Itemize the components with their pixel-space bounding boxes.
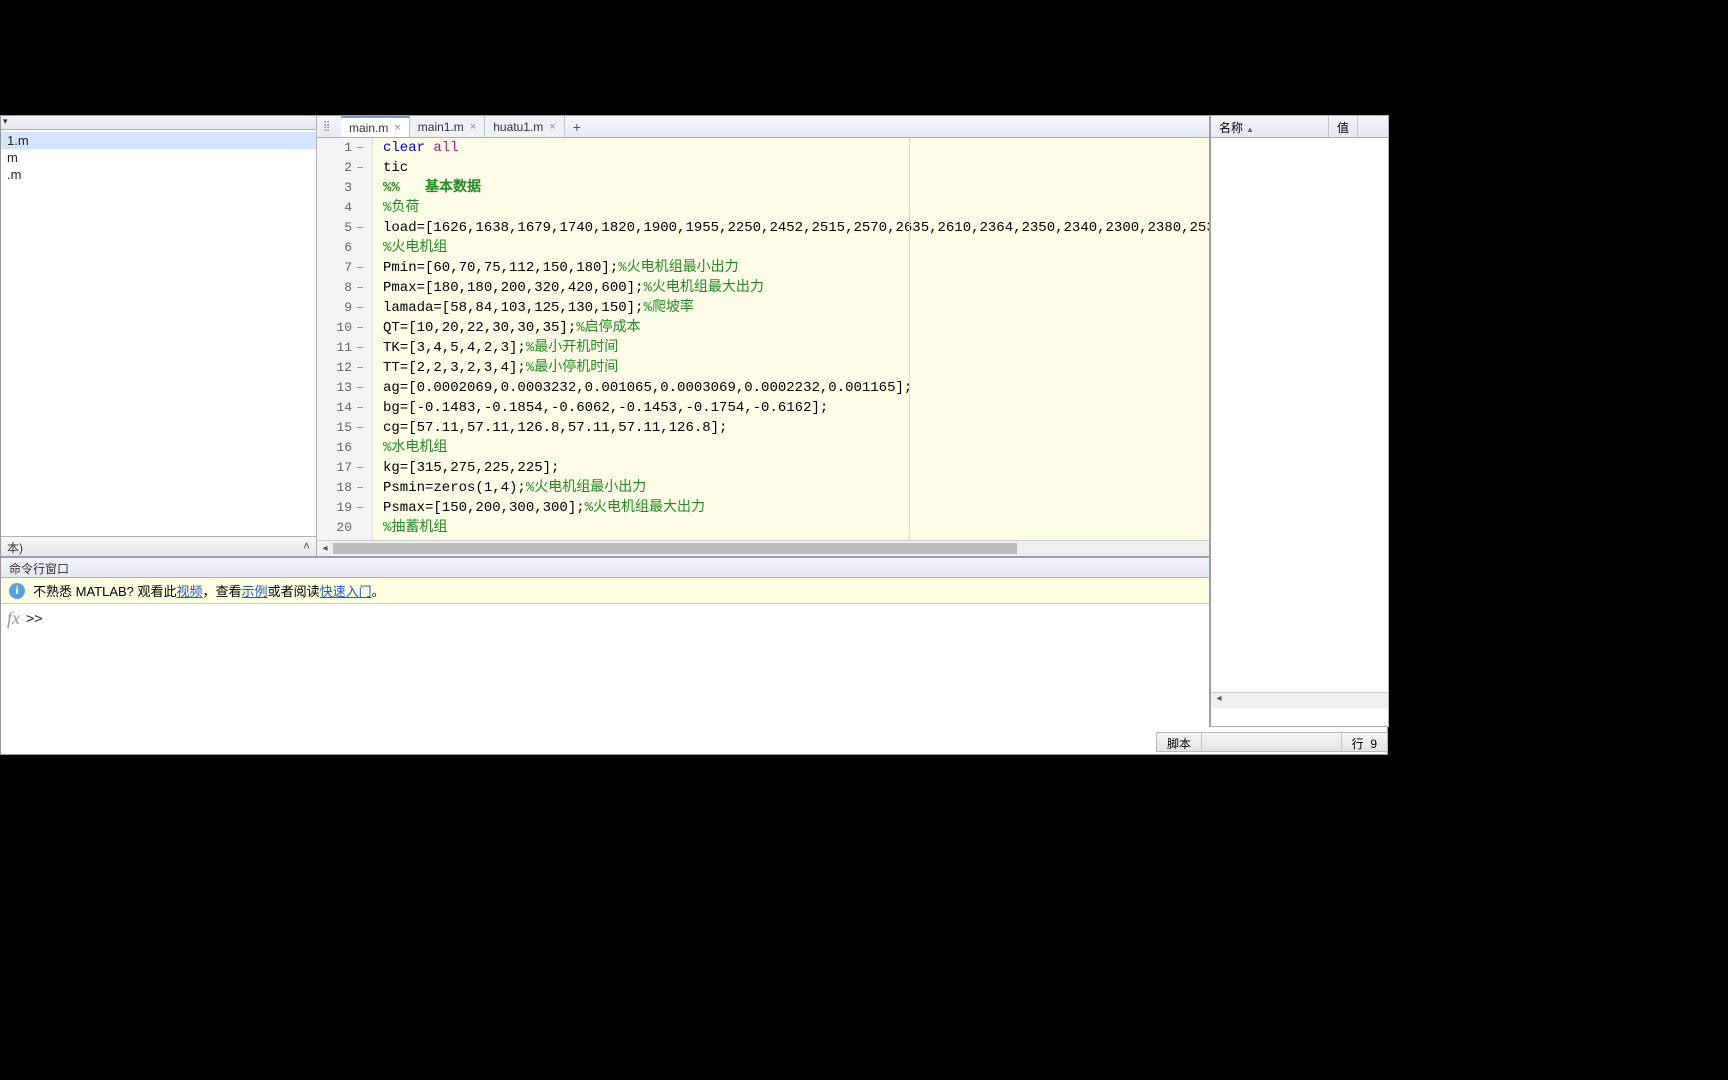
- gutter-line[interactable]: 14–: [317, 398, 372, 418]
- file-item[interactable]: 1.m: [1, 132, 316, 149]
- gutter-line[interactable]: 2–: [317, 158, 372, 178]
- gutter-line[interactable]: 5–: [317, 218, 372, 238]
- column-value[interactable]: 值: [1329, 116, 1358, 137]
- gutter-line[interactable]: 13–: [317, 378, 372, 398]
- chevron-up-icon[interactable]: ˄: [303, 539, 310, 553]
- details-label: 本): [7, 541, 23, 555]
- info-icon: i: [9, 583, 25, 599]
- close-icon[interactable]: ×: [394, 122, 400, 134]
- workspace-h-scroll[interactable]: ◂: [1211, 692, 1388, 708]
- margin-guide: [909, 138, 910, 540]
- info-bar: i 不熟悉 MATLAB? 观看此视频，查看示例或者阅读快速入门。 ×: [1, 578, 1387, 604]
- command-window-header[interactable]: 命令行窗口 ⊙: [1, 558, 1387, 578]
- command-prompt: >>: [26, 608, 43, 750]
- gutter-line[interactable]: 4: [317, 198, 372, 218]
- tab-label: main.m: [349, 121, 388, 135]
- add-tab-button[interactable]: +: [565, 119, 589, 135]
- gutter-line[interactable]: 11–: [317, 338, 372, 358]
- tab-main[interactable]: main.m ×: [341, 116, 410, 137]
- fx-icon[interactable]: fx: [7, 608, 20, 750]
- gutter-line[interactable]: 7–: [317, 258, 372, 278]
- left-panel-header: ▾: [1, 116, 316, 130]
- scroll-left-icon[interactable]: ◂: [317, 543, 333, 554]
- status-line: 行 9: [1341, 733, 1387, 751]
- line-number-gutter: 1–2–345–67–8–9–10–11–12–13–14–15–1617–18…: [317, 138, 373, 540]
- info-text: 不熟悉 MATLAB? 观看此视频，查看示例或者阅读快速入门。: [33, 581, 385, 600]
- matlab-window: ▾ 1.m m .m 本) ˄ ⣿ main.m × main1.m: [0, 115, 1388, 755]
- gutter-line[interactable]: 17–: [317, 458, 372, 478]
- current-folder-panel: ▾ 1.m m .m 本) ˄: [1, 116, 317, 556]
- column-name[interactable]: 名称▲: [1211, 116, 1329, 137]
- gutter-line[interactable]: 10–: [317, 318, 372, 338]
- gutter-line[interactable]: 1–: [317, 138, 372, 158]
- gutter-line[interactable]: 3: [317, 178, 372, 198]
- command-window-title: 命令行窗口: [9, 562, 69, 576]
- gutter-line[interactable]: 18–: [317, 478, 372, 498]
- gutter-line[interactable]: 15–: [317, 418, 372, 438]
- gutter-line[interactable]: 8–: [317, 278, 372, 298]
- details-bar[interactable]: 本) ˄: [1, 536, 316, 556]
- dropdown-icon[interactable]: ▾: [3, 116, 8, 127]
- scroll-left-icon[interactable]: ◂: [1211, 693, 1227, 708]
- file-item[interactable]: .m: [1, 166, 316, 183]
- tab-main1[interactable]: main1.m ×: [410, 116, 485, 137]
- gutter-line[interactable]: 20: [317, 518, 372, 538]
- grip-icon[interactable]: ⣿: [323, 121, 330, 132]
- gutter-line[interactable]: 9–: [317, 298, 372, 318]
- tab-label: huatu1.m: [493, 120, 543, 134]
- tab-label: main1.m: [418, 120, 464, 134]
- file-item[interactable]: m: [1, 149, 316, 166]
- gutter-line[interactable]: 16: [317, 438, 372, 458]
- gutter-line[interactable]: 12–: [317, 358, 372, 378]
- gutter-line[interactable]: 6: [317, 238, 372, 258]
- sort-asc-icon: ▲: [1246, 125, 1254, 134]
- scroll-thumb[interactable]: [333, 543, 1017, 554]
- link-video[interactable]: 视频: [177, 584, 203, 599]
- command-window: 命令行窗口 ⊙ i 不熟悉 MATLAB? 观看此视频，查看示例或者阅读快速入门…: [1, 556, 1387, 754]
- status-bar: 脚本 行 9: [1156, 732, 1388, 752]
- status-mode: 脚本: [1157, 733, 1202, 751]
- main-area: ▾ 1.m m .m 本) ˄ ⣿ main.m × main1.m: [1, 116, 1387, 556]
- workspace-header: 名称▲ 值: [1211, 116, 1388, 138]
- close-icon[interactable]: ×: [549, 121, 555, 133]
- file-list[interactable]: 1.m m .m: [1, 130, 316, 536]
- gutter-line[interactable]: 19–: [317, 498, 372, 518]
- link-examples[interactable]: 示例: [242, 584, 268, 599]
- close-icon[interactable]: ×: [470, 121, 476, 133]
- link-getting-started[interactable]: 快速入门: [320, 584, 372, 599]
- workspace-panel: 名称▲ 值 ◂: [1209, 115, 1389, 727]
- tab-huatu1[interactable]: huatu1.m ×: [485, 116, 564, 137]
